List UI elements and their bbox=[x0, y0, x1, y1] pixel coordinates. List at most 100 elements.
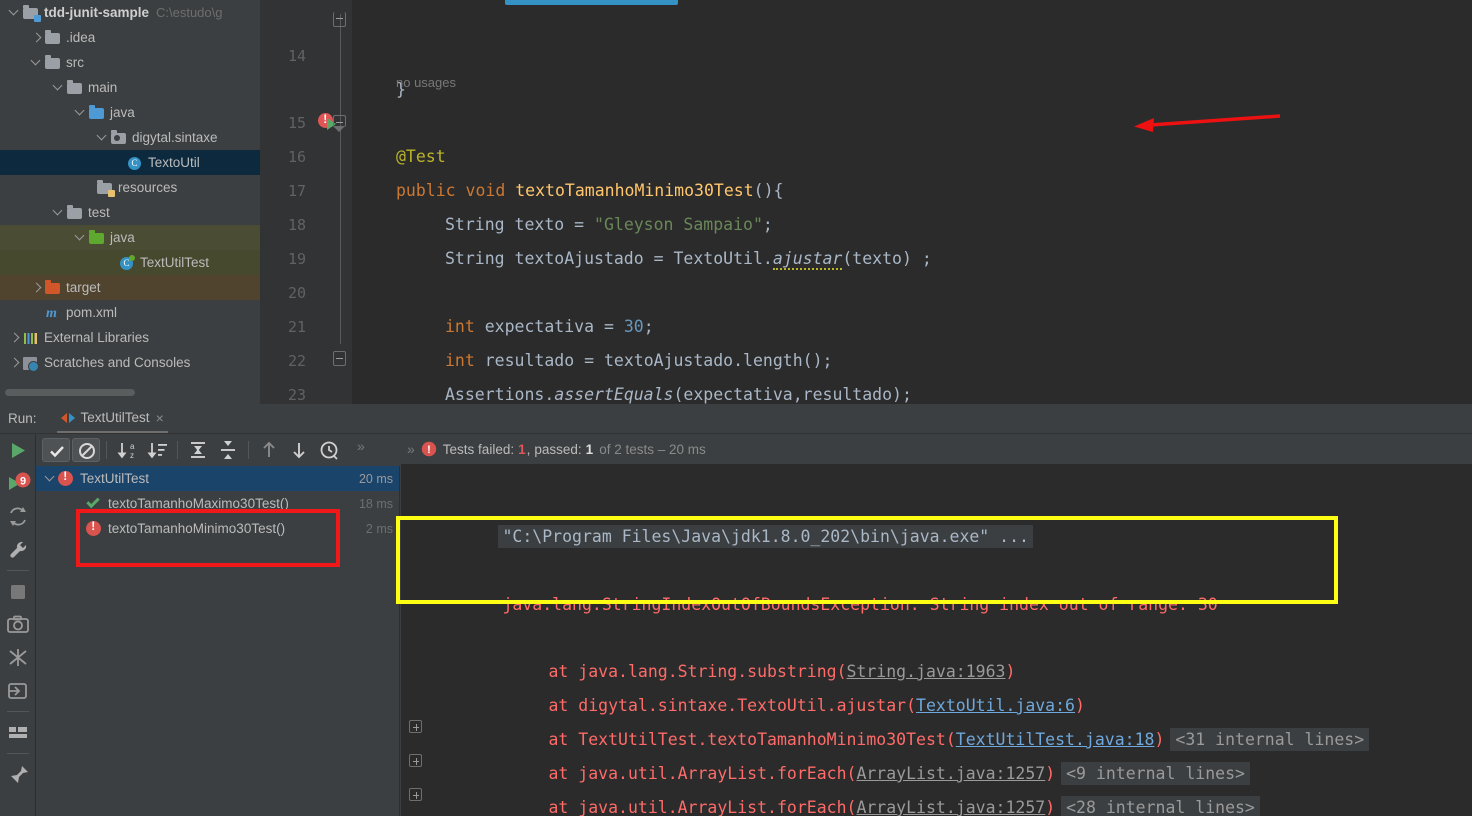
export-screenshot-icon[interactable] bbox=[0, 608, 36, 641]
layout-icon[interactable] bbox=[0, 716, 36, 749]
chevron-right-icon[interactable] bbox=[30, 281, 44, 295]
chevron-down-icon[interactable] bbox=[44, 472, 58, 486]
show-ignored-tests-toggle[interactable] bbox=[72, 438, 100, 462]
test-tree-row-suite[interactable]: TextUtilTest 20 ms bbox=[36, 466, 399, 491]
fold-marker-icon[interactable] bbox=[333, 351, 346, 366]
module-folder-icon bbox=[22, 5, 41, 22]
tree-item-label: Scratches and Consoles bbox=[44, 355, 191, 370]
toggle-auto-test-icon[interactable] bbox=[0, 500, 36, 533]
fold-marker-icon[interactable] bbox=[333, 115, 346, 132]
test-name: textoTamanhoMinimo30Test() bbox=[108, 521, 286, 536]
tree-item-label: pom.xml bbox=[66, 305, 118, 320]
next-failed-test-icon[interactable] bbox=[285, 438, 313, 462]
chevron-down-icon[interactable] bbox=[74, 231, 88, 245]
test-tree-row-maximo[interactable]: textoTamanhoMaximo30Test() 18 ms bbox=[36, 491, 399, 516]
project-tree-horizontal-scrollbar[interactable] bbox=[5, 389, 135, 396]
source-folder-icon bbox=[88, 105, 106, 121]
code-line-16[interactable]: 16 public void textoTamanhoMinimo30Test(… bbox=[260, 106, 1472, 200]
code-line-18[interactable]: 18 String textoAjustado = TextoUtil.ajus… bbox=[260, 174, 1472, 270]
sort-alphabetically-icon[interactable]: a z bbox=[113, 438, 141, 462]
code-line-20[interactable]: 20 int expectativa = 30; bbox=[260, 242, 1472, 336]
tree-item-test-java[interactable]: java bbox=[0, 225, 260, 250]
project-tool-window[interactable]: tdd-junit-sample C:\estudo\g .idea src m… bbox=[0, 0, 260, 404]
tree-item-label: TextUtilTest bbox=[140, 255, 210, 270]
test-tree-row-minimo[interactable]: textoTamanhoMinimo30Test() 2 ms bbox=[36, 516, 399, 541]
tree-item-resources[interactable]: resources bbox=[0, 175, 260, 200]
expand-internal-lines-icon[interactable] bbox=[409, 754, 422, 767]
code-line-23[interactable]: 23 } bbox=[260, 344, 1472, 404]
chevron-down-icon[interactable] bbox=[8, 6, 22, 20]
tree-item-label: src bbox=[66, 55, 84, 70]
toolbar-divider bbox=[6, 570, 29, 571]
folder-icon bbox=[44, 55, 62, 71]
code-line-15[interactable]: 15 @Test bbox=[260, 72, 1472, 166]
collapse-all-icon[interactable] bbox=[214, 438, 242, 462]
show-passed-tests-toggle[interactable] bbox=[42, 438, 70, 462]
expand-internal-lines-icon[interactable] bbox=[409, 788, 422, 801]
test-status-bar: » ! Tests failed: 1 , passed: 1 of 2 tes… bbox=[401, 434, 1472, 464]
code-line-22[interactable]: 22 Assertions.assertEquals(expectativa,r… bbox=[260, 310, 1472, 404]
test-results-tree[interactable]: TextUtilTest 20 ms textoTamanhoMaximo30T… bbox=[36, 466, 400, 816]
tree-item-tdd-junit-sample[interactable]: tdd-junit-sample C:\estudo\g bbox=[0, 0, 260, 25]
previous-failed-test-icon[interactable] bbox=[255, 438, 283, 462]
code-line-19[interactable]: 19 bbox=[260, 208, 1472, 268]
tree-item-test[interactable]: test bbox=[0, 200, 260, 225]
chevron-down-icon[interactable] bbox=[96, 131, 110, 145]
chevron-down-icon[interactable] bbox=[74, 106, 88, 120]
code-line-14[interactable]: 14 } bbox=[260, 5, 1472, 99]
tests-passed-count: 1 bbox=[585, 441, 594, 457]
svg-text:z: z bbox=[130, 451, 134, 460]
import-tests-icon[interactable] bbox=[0, 674, 36, 707]
close-icon[interactable]: × bbox=[156, 410, 164, 426]
chevron-down-icon[interactable] bbox=[30, 56, 44, 70]
code-line-17[interactable]: 17 String texto = "Gleyson Sampaio"; bbox=[260, 140, 1472, 234]
code-line-24[interactable]: 24 } bbox=[260, 378, 1472, 404]
chevron-down-icon[interactable] bbox=[52, 81, 66, 95]
libraries-icon bbox=[22, 330, 40, 346]
rerun-failed-tests-button[interactable]: 9 bbox=[0, 467, 36, 500]
tree-item-target[interactable]: target bbox=[0, 275, 260, 300]
test-results-toolbar[interactable]: a z » bbox=[36, 434, 400, 466]
code-line-21[interactable]: 21 int resultado = textoAjustado.length(… bbox=[260, 276, 1472, 370]
pin-tab-icon[interactable] bbox=[0, 758, 36, 791]
unscramble-icon[interactable] bbox=[0, 641, 36, 674]
code-editor[interactable]: 14 } no usages 15 @Test 16 public void t… bbox=[260, 0, 1472, 404]
tree-item-TextoUtil[interactable]: C TextoUtil bbox=[0, 150, 260, 175]
tree-item-TextUtilTest[interactable]: C TextUtilTest bbox=[0, 250, 260, 275]
tree-item-external-libraries[interactable]: External Libraries bbox=[0, 325, 260, 350]
double-chevron-icon[interactable]: » bbox=[407, 441, 415, 457]
tree-item-idea[interactable]: .idea bbox=[0, 25, 260, 50]
chevron-right-icon[interactable] bbox=[8, 356, 22, 370]
sort-by-duration-icon[interactable] bbox=[143, 438, 171, 462]
folder-icon bbox=[44, 30, 62, 46]
stop-icon[interactable] bbox=[0, 575, 36, 608]
run-panel-header: Run: TextUtilTest × bbox=[0, 404, 1472, 434]
tree-item-label: tdd-junit-sample bbox=[44, 5, 149, 20]
toolbar-divider bbox=[248, 441, 249, 459]
test-history-icon[interactable] bbox=[315, 438, 343, 462]
internal-lines-badge[interactable]: <28 internal lines> bbox=[1061, 796, 1260, 816]
chevron-down-icon[interactable] bbox=[52, 206, 66, 220]
stack-link[interactable]: ArrayList.java:1257 bbox=[856, 798, 1045, 816]
run-vertical-toolbar[interactable]: 9 bbox=[0, 434, 36, 816]
settings-wrench-icon[interactable] bbox=[0, 533, 36, 566]
expand-all-icon[interactable] bbox=[184, 438, 212, 462]
test-failed-status-icon: ! bbox=[421, 441, 437, 457]
tree-item-src[interactable]: src bbox=[0, 50, 260, 75]
tree-item-digytal-sintaxe[interactable]: digytal.sintaxe bbox=[0, 125, 260, 150]
chevron-right-icon[interactable] bbox=[30, 31, 44, 45]
tree-item-main-java[interactable]: java bbox=[0, 100, 260, 125]
expand-internal-lines-icon[interactable] bbox=[409, 720, 422, 733]
rerun-button[interactable] bbox=[0, 434, 36, 467]
tree-item-scratches-and-consoles[interactable]: Scratches and Consoles bbox=[0, 350, 260, 375]
fold-marker-icon[interactable] bbox=[333, 12, 346, 27]
more-toolbar-options[interactable]: » bbox=[357, 438, 385, 462]
console-command-line: "C:\Program Files\Java\jdk1.8.0_202\bin\… bbox=[419, 508, 1033, 565]
stack-trace-line-5[interactable]: at java.util.ArrayList.forEach(ArrayList… bbox=[469, 779, 1260, 816]
run-tab-TextUtilTest[interactable]: TextUtilTest × bbox=[56, 404, 168, 433]
tree-item-main[interactable]: main bbox=[0, 75, 260, 100]
chevron-right-icon[interactable] bbox=[8, 331, 22, 345]
tree-item-pom-xml[interactable]: m pom.xml bbox=[0, 300, 260, 325]
test-duration: 18 ms bbox=[358, 496, 393, 511]
test-console[interactable]: » ! Tests failed: 1 , passed: 1 of 2 tes… bbox=[401, 434, 1472, 816]
